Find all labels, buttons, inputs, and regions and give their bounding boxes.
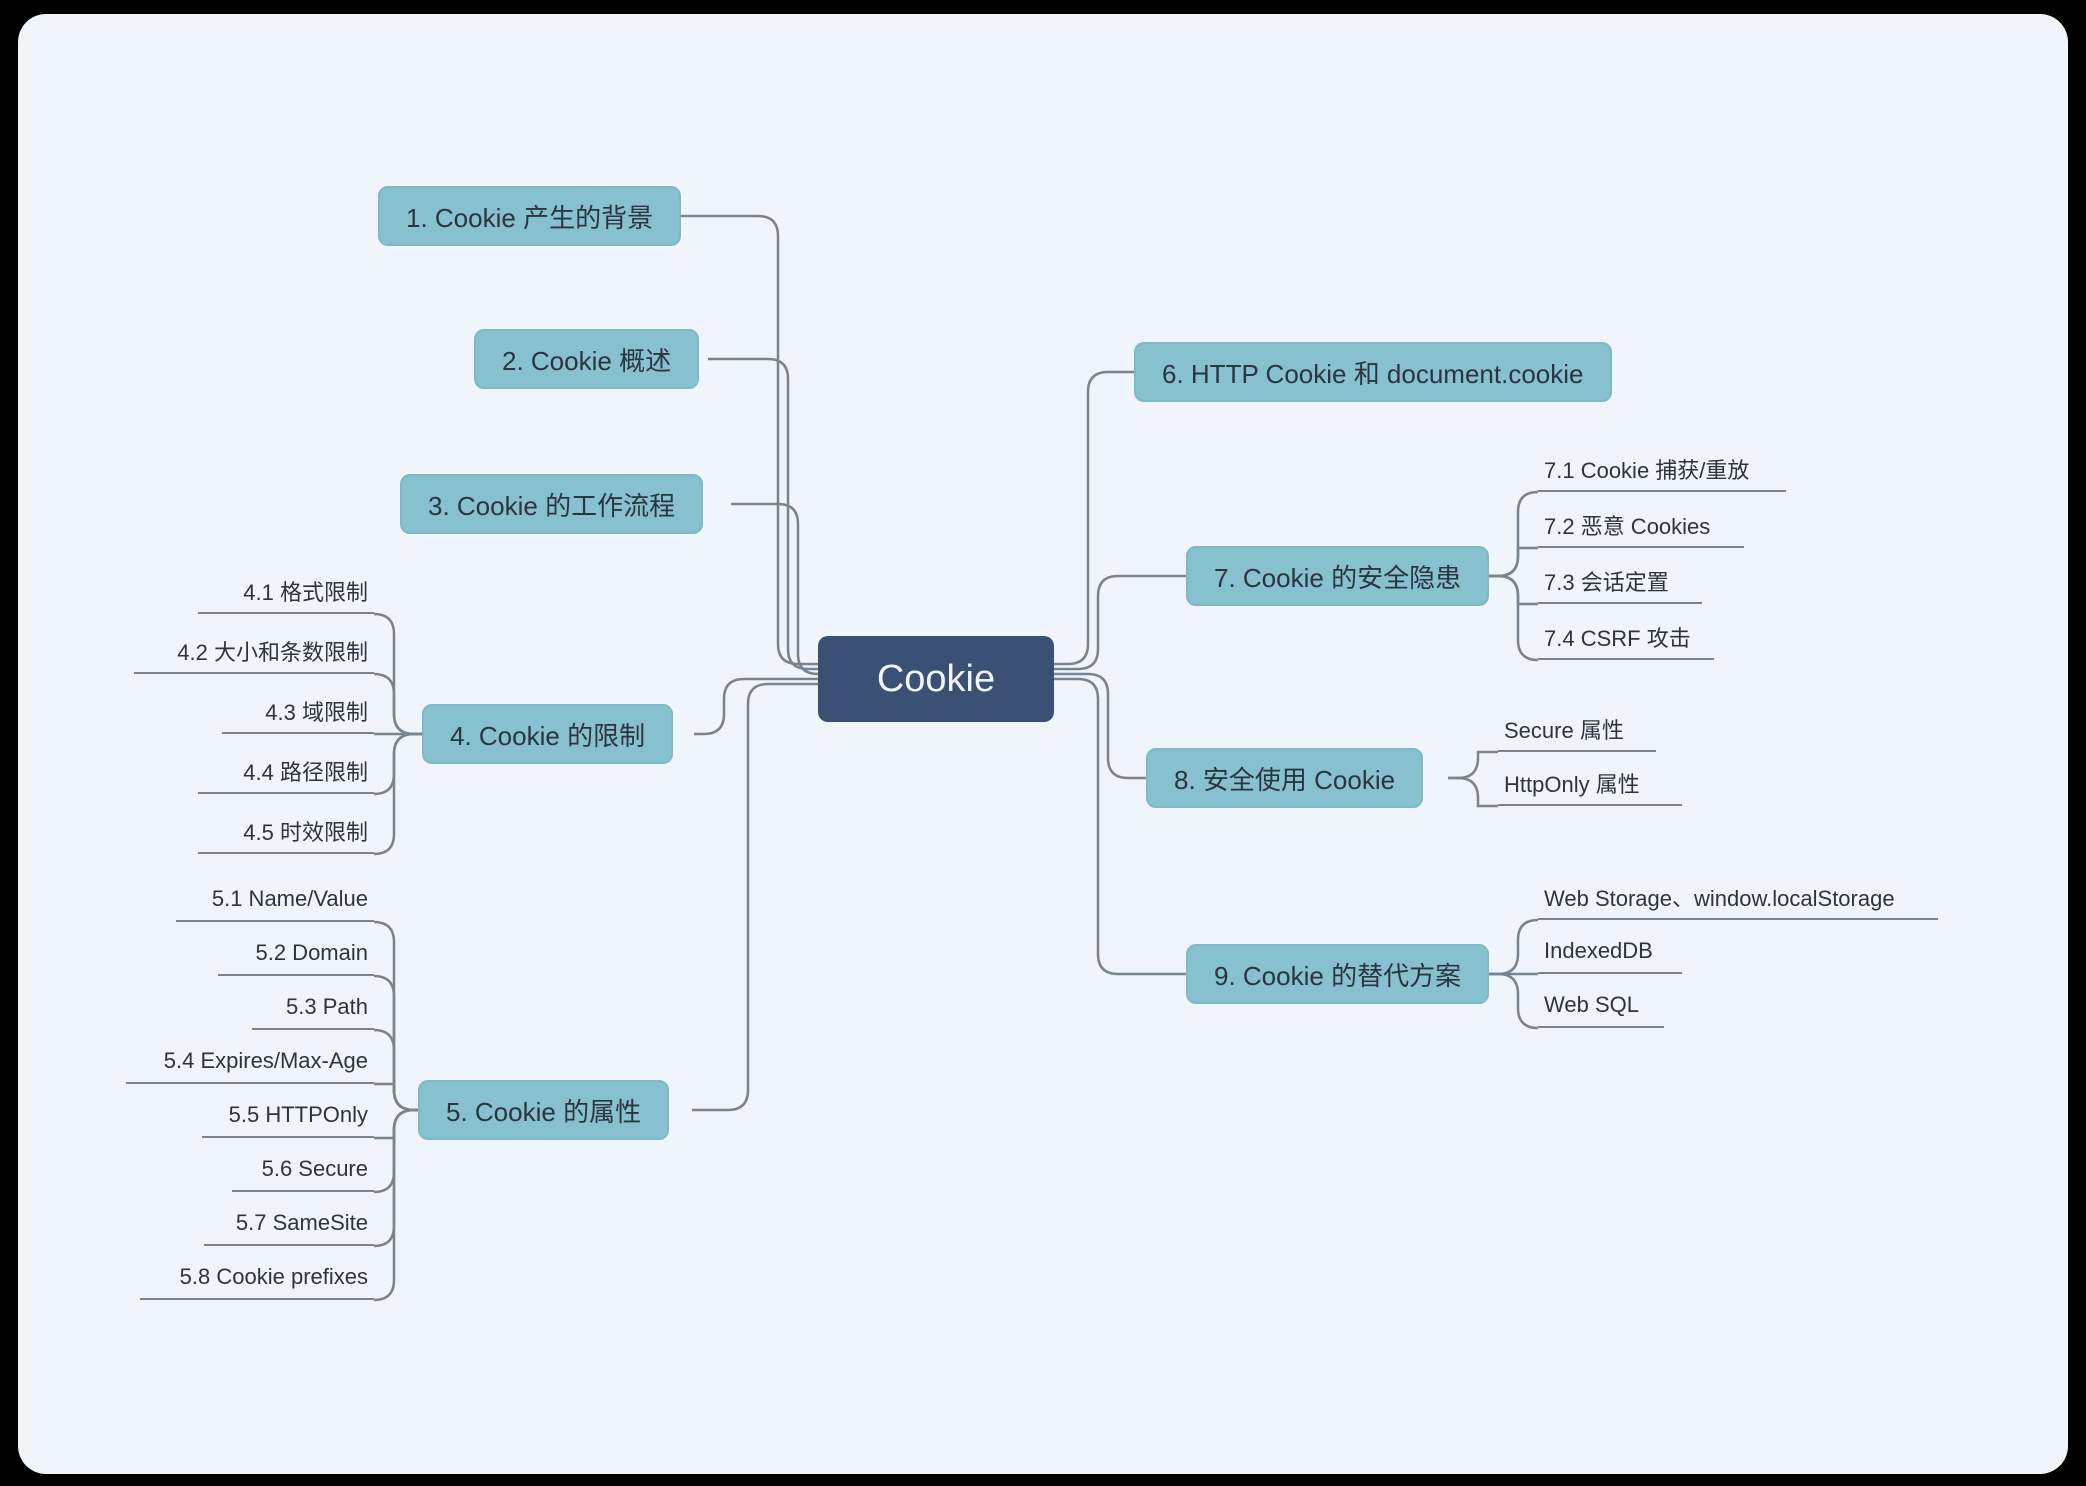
leaf-7-3[interactable]: 7.3 会话定置 xyxy=(1538,564,1702,604)
leaf-7-1[interactable]: 7.1 Cookie 捕获/重放 xyxy=(1538,452,1786,492)
connector-lines xyxy=(18,14,2068,1474)
leaf-9-1[interactable]: Web Storage、window.localStorage xyxy=(1538,880,1938,920)
branch-3[interactable]: 3. Cookie 的工作流程 xyxy=(400,474,703,534)
branch-6[interactable]: 6. HTTP Cookie 和 document.cookie xyxy=(1134,342,1612,402)
leaf-5-5[interactable]: 5.5 HTTPOnly xyxy=(202,1098,374,1138)
leaf-9-3[interactable]: Web SQL xyxy=(1538,988,1664,1028)
leaf-8-2[interactable]: HttpOnly 属性 xyxy=(1498,766,1682,806)
branch-7[interactable]: 7. Cookie 的安全隐患 xyxy=(1186,546,1489,606)
root-node[interactable]: Cookie xyxy=(818,636,1054,722)
leaf-7-4[interactable]: 7.4 CSRF 攻击 xyxy=(1538,620,1714,660)
leaf-4-1[interactable]: 4.1 格式限制 xyxy=(198,574,374,614)
mindmap-canvas: Cookie 1. Cookie 产生的背景 2. Cookie 概述 3. C… xyxy=(18,14,2068,1474)
branch-1[interactable]: 1. Cookie 产生的背景 xyxy=(378,186,681,246)
leaf-8-1[interactable]: Secure 属性 xyxy=(1498,712,1656,752)
branch-9[interactable]: 9. Cookie 的替代方案 xyxy=(1186,944,1489,1004)
leaf-7-2[interactable]: 7.2 恶意 Cookies xyxy=(1538,508,1744,548)
leaf-5-3[interactable]: 5.3 Path xyxy=(252,990,374,1030)
branch-4[interactable]: 4. Cookie 的限制 xyxy=(422,704,673,764)
leaf-4-2[interactable]: 4.2 大小和条数限制 xyxy=(134,634,374,674)
leaf-9-2[interactable]: IndexedDB xyxy=(1538,934,1682,974)
leaf-5-8[interactable]: 5.8 Cookie prefixes xyxy=(140,1260,374,1300)
leaf-5-4[interactable]: 5.4 Expires/Max-Age xyxy=(126,1044,374,1084)
leaf-4-3[interactable]: 4.3 域限制 xyxy=(222,694,374,734)
leaf-4-4[interactable]: 4.4 路径限制 xyxy=(198,754,374,794)
leaf-4-5[interactable]: 4.5 时效限制 xyxy=(198,814,374,854)
leaf-5-6[interactable]: 5.6 Secure xyxy=(232,1152,374,1192)
leaf-5-2[interactable]: 5.2 Domain xyxy=(218,936,374,976)
branch-5[interactable]: 5. Cookie 的属性 xyxy=(418,1080,669,1140)
leaf-5-7[interactable]: 5.7 SameSite xyxy=(204,1206,374,1246)
leaf-5-1[interactable]: 5.1 Name/Value xyxy=(176,882,374,922)
branch-8[interactable]: 8. 安全使用 Cookie xyxy=(1146,748,1423,808)
branch-2[interactable]: 2. Cookie 概述 xyxy=(474,329,699,389)
